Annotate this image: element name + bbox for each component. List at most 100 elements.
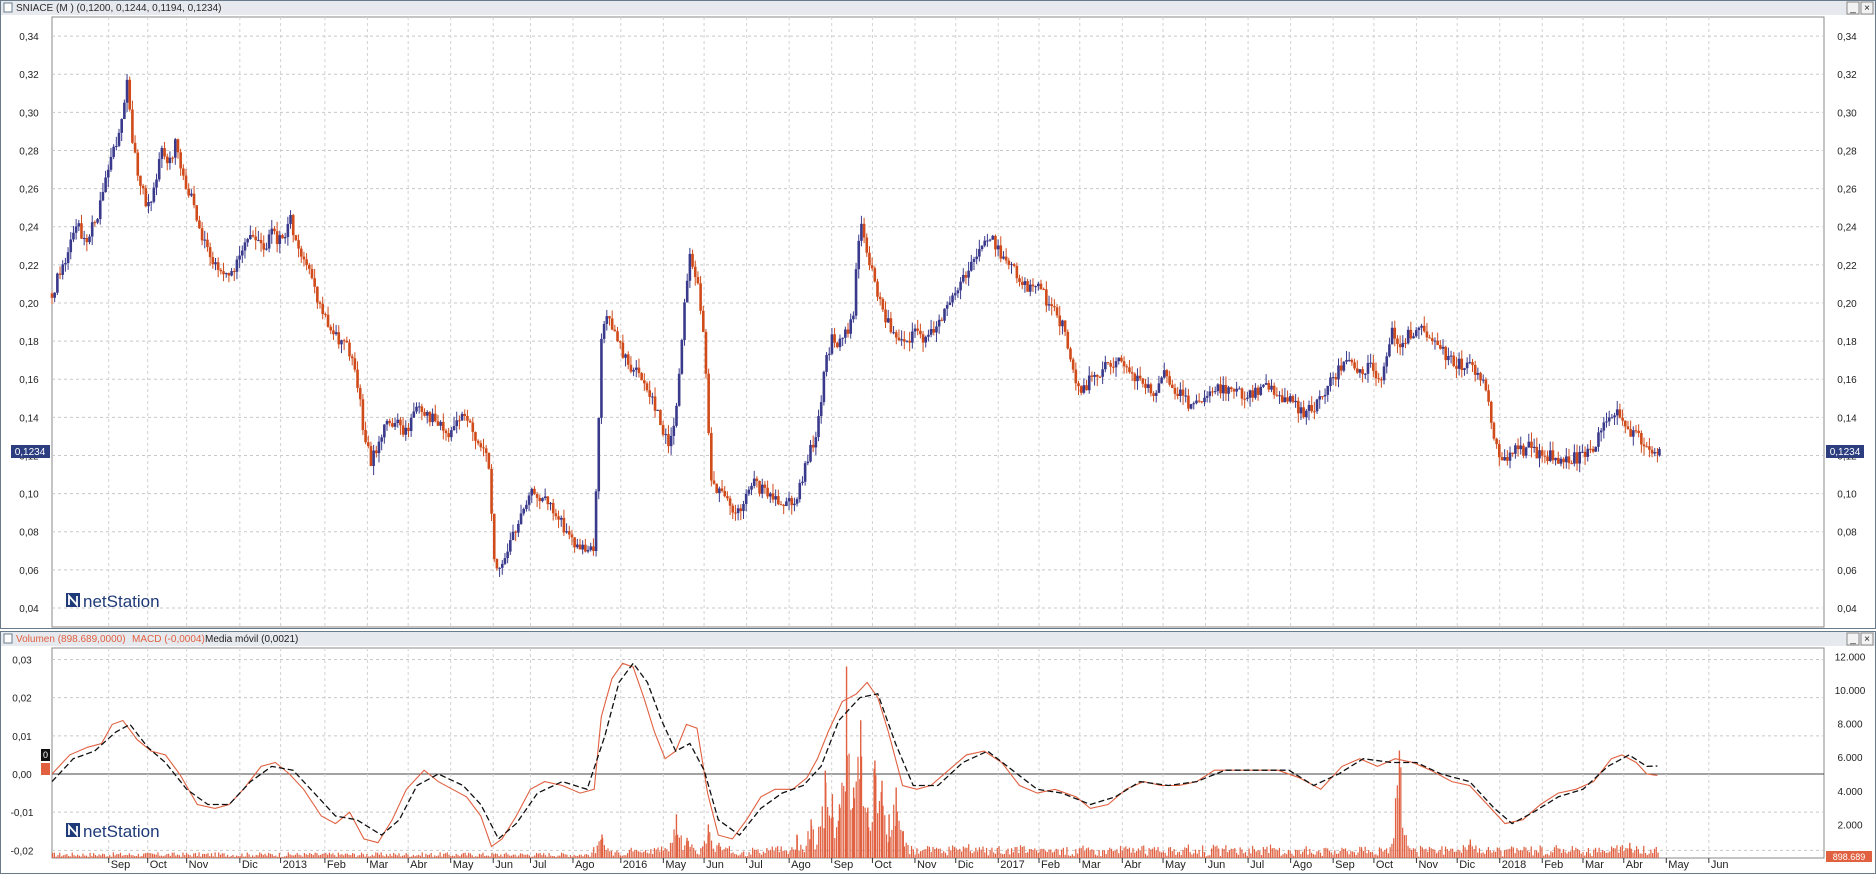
volume-bar bbox=[1516, 848, 1518, 858]
volume-bar bbox=[1178, 851, 1181, 858]
volume-bar bbox=[1253, 849, 1256, 858]
volume-bar bbox=[1460, 852, 1463, 858]
volume-bar bbox=[601, 834, 603, 858]
candle-body bbox=[77, 223, 81, 227]
volume-bar bbox=[393, 852, 395, 858]
volume-bar bbox=[1185, 848, 1188, 858]
volume-bar bbox=[434, 855, 436, 858]
volume-bar bbox=[1652, 853, 1654, 858]
volume-bar bbox=[660, 846, 663, 858]
volume-bar bbox=[1435, 853, 1438, 858]
volume-bar bbox=[618, 852, 620, 858]
volume-bar bbox=[137, 853, 139, 858]
volume-bar bbox=[1110, 848, 1113, 858]
volume-bar bbox=[744, 856, 747, 858]
volume-bar bbox=[1062, 847, 1064, 858]
candle-body bbox=[249, 234, 252, 240]
volume-bar bbox=[302, 856, 304, 858]
volume-bar bbox=[1353, 852, 1356, 858]
price-tick-right: 0,32 bbox=[1837, 70, 1857, 81]
volume-bar bbox=[1153, 847, 1156, 858]
volume-bar bbox=[1355, 855, 1357, 858]
candle-body bbox=[415, 406, 418, 412]
close-button[interactable]: × bbox=[1864, 634, 1870, 645]
volume-bar bbox=[923, 849, 925, 858]
candle-body bbox=[972, 259, 976, 262]
candle-body bbox=[862, 223, 866, 238]
close-button[interactable]: × bbox=[1864, 3, 1870, 14]
volume-bar bbox=[1593, 849, 1595, 858]
volume-bar bbox=[796, 834, 798, 858]
volume-bar bbox=[289, 854, 291, 858]
candle-body bbox=[1648, 446, 1651, 450]
candle-body bbox=[294, 235, 298, 241]
candle-body bbox=[894, 332, 898, 338]
volume-bar bbox=[489, 856, 491, 858]
candle-body bbox=[720, 488, 724, 492]
candle-body bbox=[198, 220, 201, 229]
candle-body bbox=[1476, 372, 1480, 375]
candle-body bbox=[1468, 362, 1472, 364]
candle-body bbox=[358, 387, 362, 400]
candle-body bbox=[1347, 359, 1351, 361]
volume-bar bbox=[418, 854, 420, 858]
candle-body bbox=[1473, 364, 1477, 375]
volume-bar bbox=[944, 852, 947, 858]
candle-body bbox=[980, 245, 984, 250]
candle-body bbox=[677, 373, 681, 406]
volume-bar bbox=[902, 831, 904, 858]
candle-body bbox=[1350, 359, 1354, 363]
volume-bar bbox=[907, 844, 909, 858]
x-tick-label: Oct bbox=[1376, 859, 1393, 871]
candle-body bbox=[179, 152, 182, 169]
candle-body bbox=[876, 281, 879, 297]
volume-bar bbox=[494, 853, 497, 858]
candle-body bbox=[1066, 331, 1070, 349]
volume-bar bbox=[1180, 855, 1182, 858]
candle-body bbox=[1087, 375, 1091, 391]
volume-bar bbox=[1369, 852, 1372, 858]
x-tick-label: Nov bbox=[917, 859, 937, 871]
candle-body bbox=[1002, 256, 1005, 259]
volume-bar bbox=[405, 853, 407, 858]
volume-bar bbox=[1143, 845, 1145, 858]
minimize-button[interactable]: _ bbox=[1849, 634, 1856, 645]
volume-bar bbox=[1391, 843, 1393, 858]
candle-body bbox=[436, 421, 440, 426]
volume-bar bbox=[1478, 848, 1481, 858]
volume-bar bbox=[1482, 852, 1484, 858]
volume-bar bbox=[446, 852, 448, 858]
candle-body bbox=[1323, 394, 1327, 397]
candle-body bbox=[959, 281, 962, 291]
volume-bar bbox=[1371, 851, 1373, 858]
candle-body bbox=[768, 493, 772, 497]
candle-body bbox=[1232, 389, 1236, 392]
volume-bar bbox=[1648, 853, 1650, 858]
volume-bar bbox=[648, 853, 650, 858]
volume-bar bbox=[216, 856, 218, 858]
x-tick-label: Oct bbox=[150, 859, 167, 871]
candle-body bbox=[760, 484, 764, 494]
candle-body bbox=[490, 468, 493, 514]
candle-body bbox=[511, 531, 515, 541]
volume-bar bbox=[655, 849, 657, 858]
volume-bar bbox=[1173, 849, 1175, 858]
panel-icon bbox=[3, 2, 13, 13]
candle-body bbox=[286, 223, 290, 238]
candle-body bbox=[474, 431, 477, 441]
candle-body bbox=[632, 369, 635, 372]
minimize-button[interactable]: _ bbox=[1849, 3, 1856, 14]
volume-bar bbox=[448, 854, 450, 858]
volume-bar bbox=[159, 855, 161, 858]
volume-bar bbox=[1335, 853, 1338, 858]
volume-bar bbox=[464, 852, 466, 858]
volume-bar bbox=[1005, 850, 1007, 858]
candle-body bbox=[1439, 345, 1442, 349]
candle-body bbox=[1599, 430, 1603, 433]
volume-bar bbox=[1107, 850, 1109, 858]
candle-body bbox=[616, 331, 619, 342]
candle-body bbox=[348, 342, 351, 357]
legend-media-movil: Media móvil (0,0021) bbox=[205, 634, 298, 645]
candle-body bbox=[428, 412, 432, 423]
volume-bar bbox=[102, 853, 104, 858]
